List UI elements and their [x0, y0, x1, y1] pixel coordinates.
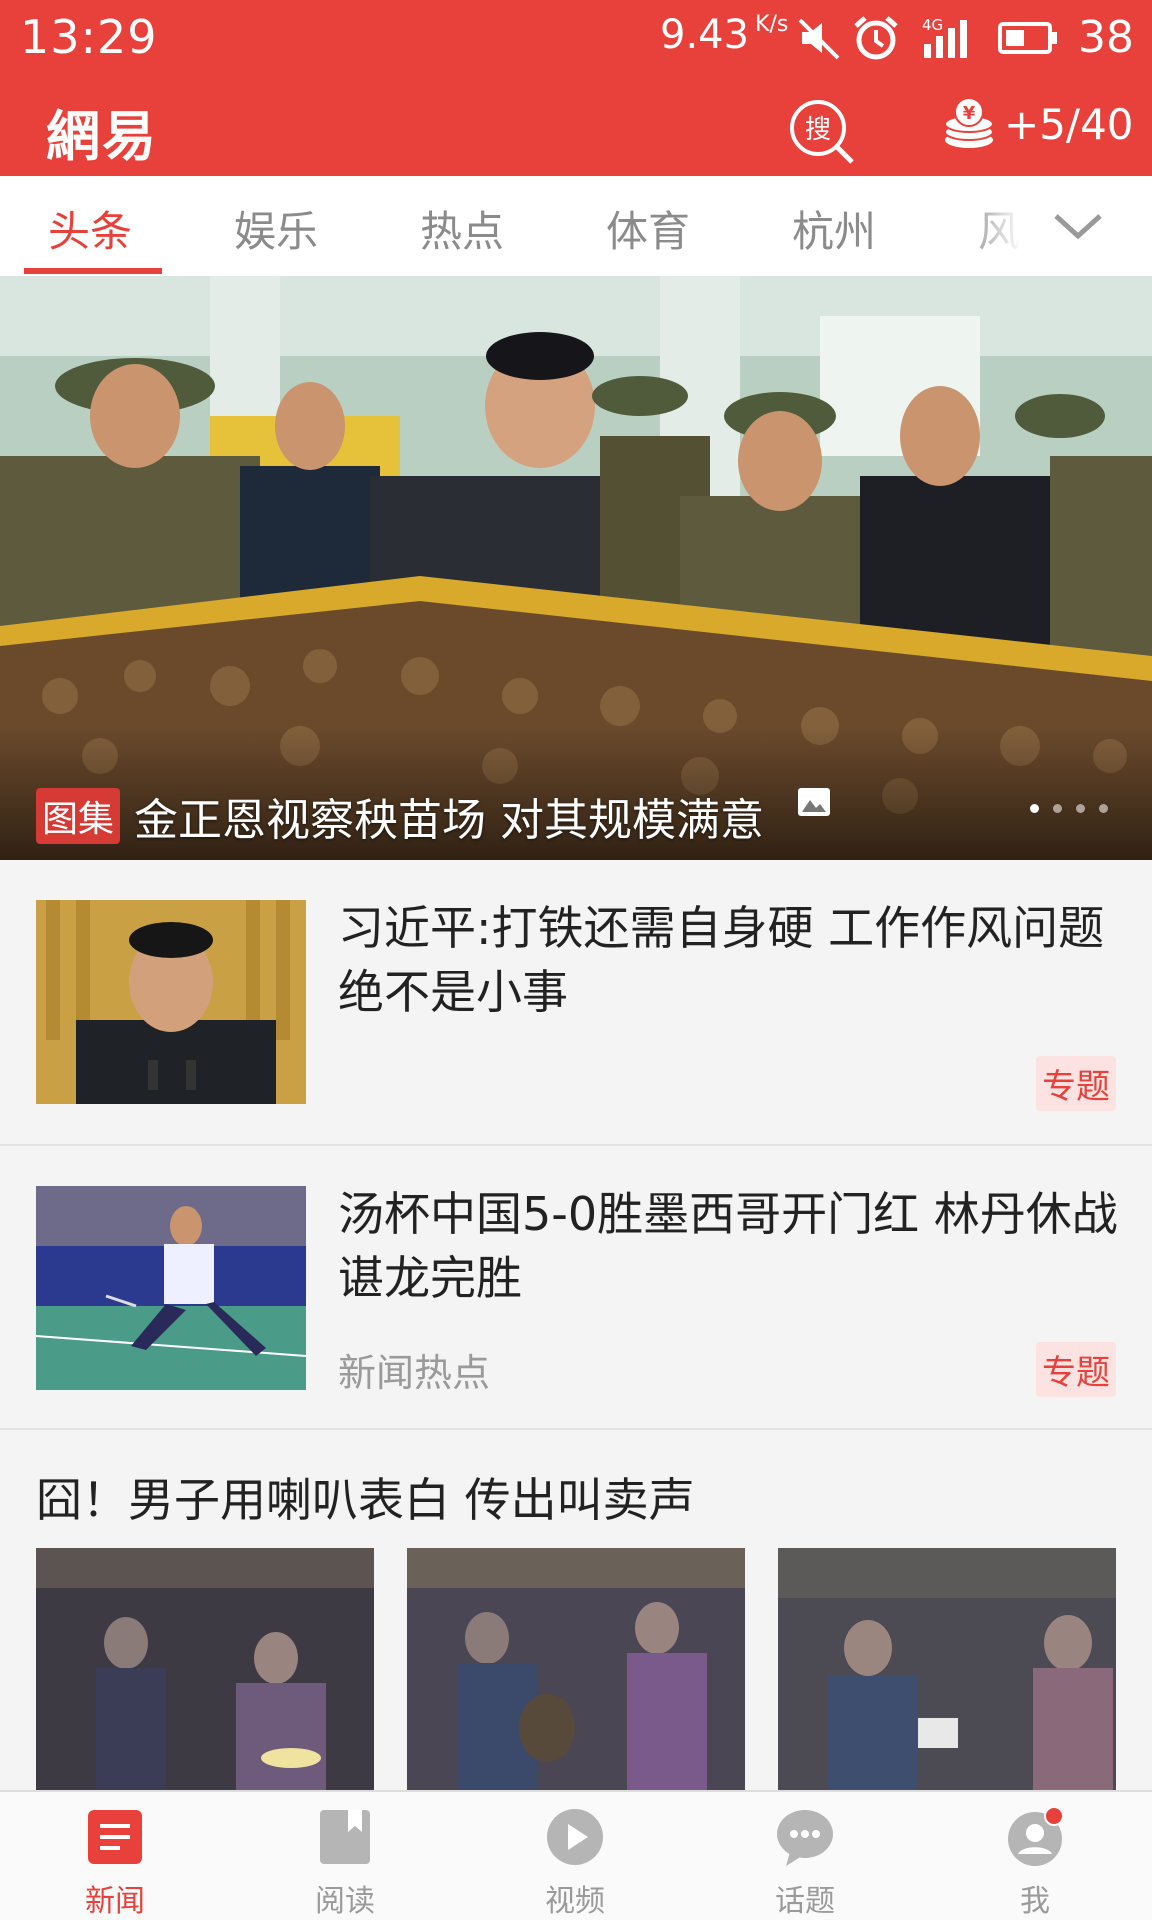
tab-active-indicator: [24, 268, 162, 274]
nav-label: 我: [1020, 1884, 1050, 1919]
hero-caption: 图集 金正恩视察秧苗场 对其规模满意: [36, 784, 764, 848]
carousel-dot: [1076, 804, 1085, 813]
app-logo: 網易: [46, 104, 158, 168]
nav-label: 视频: [545, 1884, 605, 1919]
chat-icon: [777, 1810, 833, 1866]
tab-sports[interactable]: 体育: [606, 198, 690, 259]
search-button[interactable]: 搜: [786, 96, 856, 166]
nav-reading[interactable]: 阅读: [230, 1792, 460, 1920]
app-header: 網易 搜 ¥ +5/40: [0, 78, 1152, 176]
coins-icon[interactable]: ¥: [940, 96, 998, 154]
hero-title[interactable]: 金正恩视察秧苗场 对其规模满意: [134, 784, 764, 848]
nav-news[interactable]: 新闻: [0, 1792, 230, 1920]
tab-headlines[interactable]: 头条: [48, 198, 132, 259]
notification-dot: [1044, 1806, 1064, 1826]
nav-label: 话题: [775, 1884, 835, 1919]
image-icon: [798, 788, 830, 816]
news-thumbnail: [36, 900, 306, 1104]
nav-topics[interactable]: 话题: [690, 1792, 920, 1920]
tab-fade: [962, 176, 1022, 276]
nav-me[interactable]: 我: [920, 1792, 1150, 1920]
nav-label: 阅读: [315, 1884, 375, 1919]
network-speed-unit: K/s: [755, 12, 789, 37]
carousel-dot: [1099, 804, 1108, 813]
svg-text:¥: ¥: [963, 103, 976, 124]
nav-video[interactable]: 视频: [460, 1792, 690, 1920]
search-label: 搜: [805, 115, 831, 145]
alarm-icon: [854, 16, 898, 60]
network-type: 4G: [922, 16, 943, 34]
news-title: 习近平:打铁还需自身硬 工作作风问题绝不是小事: [338, 901, 1105, 1019]
carousel-indicator: [1030, 804, 1108, 813]
news-source: 新闻热点: [338, 1351, 491, 1395]
mute-icon: [798, 18, 840, 60]
network-speed-value: 9.43: [660, 12, 750, 58]
topic-tag: 专题: [1036, 1056, 1116, 1111]
tab-hangzhou[interactable]: 杭州: [792, 198, 876, 259]
chevron-down-icon[interactable]: [1050, 202, 1106, 250]
profile-icon: [1008, 1806, 1064, 1866]
signal-4g-icon: 4G: [922, 16, 967, 58]
photoset-item[interactable]: 囧！男子用喇叭表白 传出叫卖声: [0, 1430, 1152, 1790]
status-time: 13:29: [20, 10, 158, 64]
top-bar: 13:29 9.43 K/s 4G 38 網易 搜 ¥ +5/40: [0, 0, 1152, 176]
channel-tabs: 头条 娱乐 热点 体育 杭州 风: [0, 176, 1152, 276]
news-title: 汤杯中国5-0胜墨西哥开门红 林丹休战谌龙完胜: [338, 1187, 1118, 1305]
coins-count[interactable]: +5/40: [1004, 100, 1134, 149]
status-bar: 13:29 9.43 K/s 4G 38: [0, 0, 1152, 78]
book-icon: [320, 1810, 370, 1864]
carousel-dot: [1030, 804, 1039, 813]
bottom-nav: 新闻 阅读 视频 话题 我: [0, 1790, 1152, 1920]
gallery-badge: 图集: [36, 788, 121, 844]
carousel-dot: [1053, 804, 1062, 813]
photoset-thumbnail: [407, 1548, 745, 1790]
battery-level: 38: [1078, 12, 1134, 63]
hero-banner[interactable]: 图集 金正恩视察秧苗场 对其规模满意: [0, 276, 1152, 860]
battery-icon: [998, 22, 1057, 54]
news-icon: [88, 1810, 142, 1864]
play-icon: [547, 1809, 603, 1865]
news-item[interactable]: 汤杯中国5-0胜墨西哥开门红 林丹休战谌龙完胜 新闻热点 专题: [0, 1146, 1152, 1430]
topic-tag: 专题: [1036, 1342, 1116, 1397]
photoset-title: 囧！男子用喇叭表白 传出叫卖声: [36, 1473, 695, 1527]
photoset-thumbnail: [778, 1548, 1116, 1790]
nav-label: 新闻: [85, 1884, 145, 1919]
photoset-thumbnail: [36, 1548, 374, 1790]
hero-image: [0, 276, 1152, 860]
network-speed: 9.43 K/s: [660, 12, 788, 58]
tab-entertainment[interactable]: 娱乐: [234, 198, 318, 259]
news-thumbnail: [36, 1186, 306, 1390]
tab-hot[interactable]: 热点: [420, 198, 504, 259]
news-item[interactable]: 习近平:打铁还需自身硬 工作作风问题绝不是小事 专题: [0, 860, 1152, 1146]
